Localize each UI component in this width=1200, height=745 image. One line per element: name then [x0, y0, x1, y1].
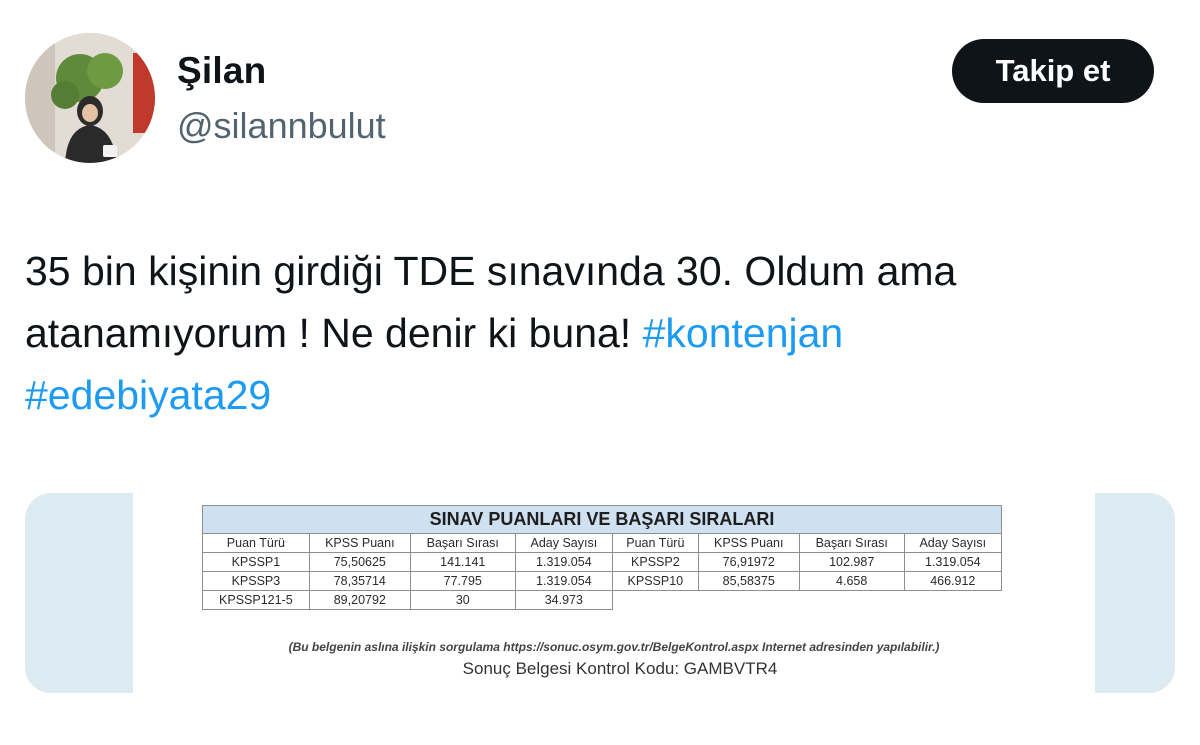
table-cell: 1.319.054: [514, 571, 613, 591]
table-cell: 466.912: [903, 571, 1003, 591]
tweet-line-2: atanamıyorum ! Ne denir ki buna! #konten…: [25, 302, 1175, 364]
table-cell: 78,35714: [308, 571, 411, 591]
table-cell: KPSSP10: [611, 571, 699, 591]
table-cell: 1.319.054: [903, 552, 1003, 572]
table-cell-empty: [799, 591, 904, 610]
results-table: SINAV PUANLARI VE BAŞARI SIRALARI Puan T…: [202, 505, 1003, 610]
table-row: KPSSP121-5 89,20792 30 34.973: [202, 590, 1002, 610]
tweet-line-2-text: atanamıyorum ! Ne denir ki buna!: [25, 310, 632, 356]
column-header: Başarı Sırası: [409, 533, 516, 553]
document-note: (Bu belgenin aslına ilişkin sorgulama ht…: [288, 640, 940, 654]
author-handle[interactable]: @silannbulut: [177, 105, 386, 147]
avatar[interactable]: [25, 33, 155, 163]
table-cell-empty: [612, 591, 698, 610]
table-title: SINAV PUANLARI VE BAŞARI SIRALARI: [202, 505, 1002, 534]
table-cell: KPSSP1: [202, 552, 310, 572]
table-row: KPSSP3 78,35714 77.795 1.319.054 KPSSP10…: [202, 571, 1003, 591]
table-row: KPSSP1 75,50625 141.141 1.319.054 KPSSP2…: [202, 552, 1003, 572]
column-header: KPSS Puanı: [697, 533, 800, 553]
table-cell: KPSSP3: [202, 571, 310, 591]
column-header: Puan Türü: [202, 533, 310, 553]
table-cell: 89,20792: [308, 590, 411, 610]
control-code: Sonuç Belgesi Kontrol Kodu: GAMBVTR4: [462, 659, 778, 678]
table-cell: 30: [409, 590, 516, 610]
table-header-row: Puan Türü KPSS Puanı Başarı Sırası Aday …: [202, 533, 1003, 553]
table-cell: 34.973: [514, 590, 613, 610]
column-header: Puan Türü: [611, 533, 699, 553]
column-header: Başarı Sırası: [798, 533, 905, 553]
column-header: Aday Sayısı: [514, 533, 613, 553]
table-cell: 141.141: [409, 552, 516, 572]
tweet-line-1: 35 bin kişinin girdiği TDE sınavında 30.…: [25, 248, 957, 294]
table-cell: 4.658: [798, 571, 905, 591]
column-header: KPSS Puanı: [308, 533, 411, 553]
avatar-image: [25, 33, 155, 163]
table-cell: KPSSP2: [611, 552, 699, 572]
author-name[interactable]: Şilan: [177, 50, 266, 92]
table-cell: KPSSP121-5: [202, 590, 310, 610]
result-document: SINAV PUANLARI VE BAŞARI SIRALARI Puan T…: [133, 493, 1095, 693]
table-cell-empty: [698, 591, 799, 610]
follow-button[interactable]: Takip et: [952, 39, 1154, 103]
tweet-image[interactable]: SINAV PUANLARI VE BAŞARI SIRALARI Puan T…: [25, 493, 1175, 693]
column-header: Aday Sayısı: [903, 533, 1003, 553]
table-cell: 75,50625: [308, 552, 411, 572]
hashtag-link[interactable]: #edebiyata29: [25, 364, 1175, 426]
tweet-text: 35 bin kişinin girdiği TDE sınavında 30.…: [25, 240, 1175, 426]
table-cell: 1.319.054: [514, 552, 613, 572]
table-cell: 102.987: [798, 552, 905, 572]
table-cell-empty: [904, 591, 1001, 610]
hashtag-link[interactable]: #kontenjan: [643, 310, 844, 356]
table-cell: 77.795: [409, 571, 516, 591]
table-cell: 85,58375: [697, 571, 800, 591]
table-cell: 76,91972: [697, 552, 800, 572]
